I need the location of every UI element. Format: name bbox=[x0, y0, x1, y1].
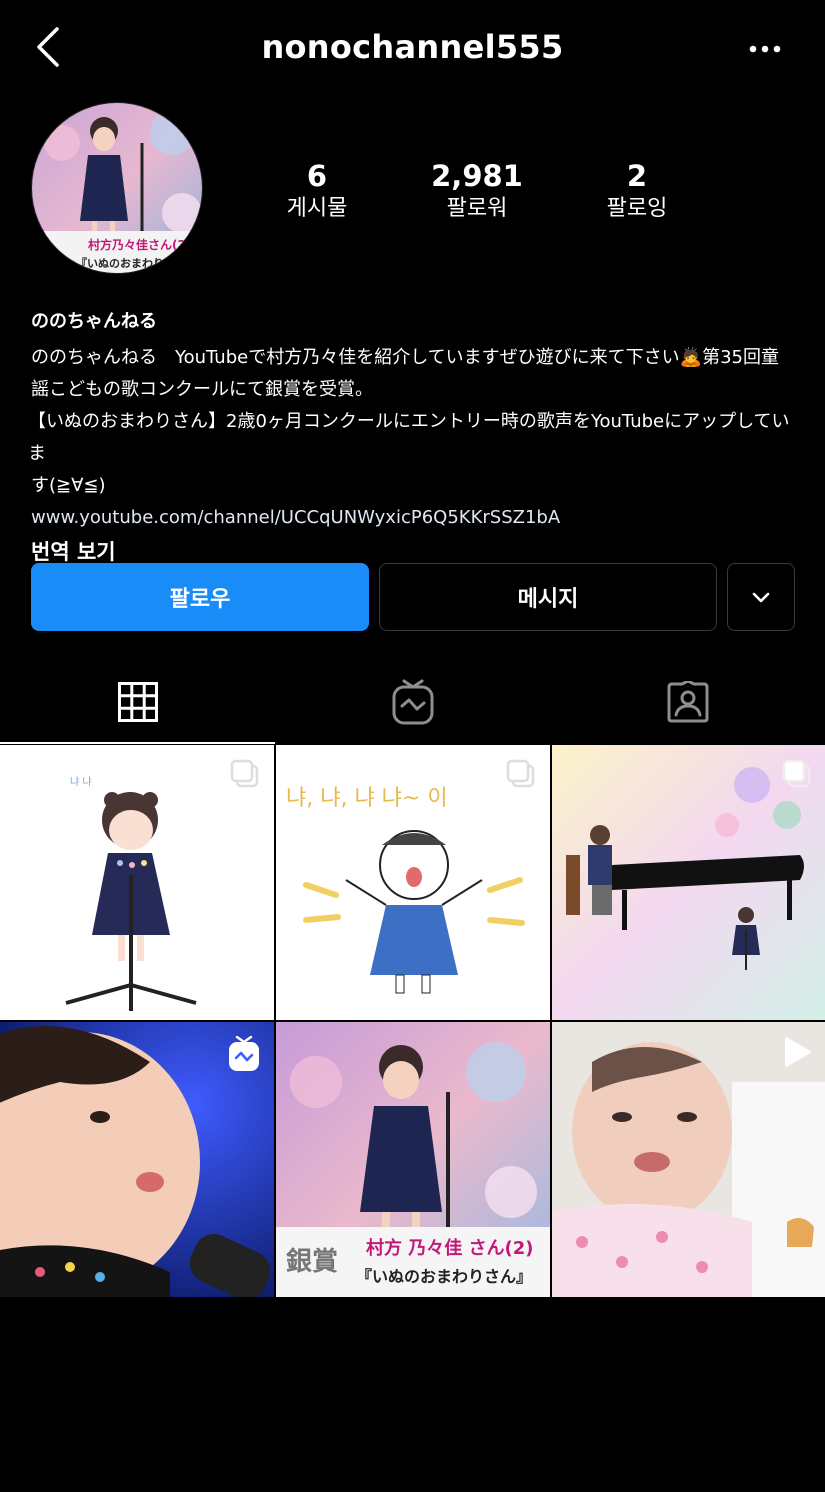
post-5-award: 銀賞 bbox=[286, 1247, 338, 1277]
post-thumbnail[interactable] bbox=[552, 1022, 825, 1297]
more-options-button[interactable] bbox=[745, 38, 785, 60]
profile-tabs bbox=[0, 660, 825, 744]
grid-icon bbox=[117, 682, 158, 722]
bio-website-link[interactable]: www.youtube.com/channel/UCCqUNWyxicP6Q5K… bbox=[31, 502, 791, 534]
igtv-badge-icon bbox=[228, 1035, 260, 1076]
post-image-award-stage: 銀賞 村方 乃々佳 さん(2) 『いぬのおまわりさん』 bbox=[276, 1022, 550, 1297]
post-2-text: 냐, 냐, 냐 냐~ 이 bbox=[286, 786, 448, 811]
bio-line-1: ののちゃんねる YouTubeで村方乃々佳を紹介していますぜひ遊びに来て下さい🙇… bbox=[31, 347, 779, 368]
stat-following[interactable]: 2 팔로잉 bbox=[557, 158, 717, 224]
bio-line-4: す(≧∀≦) bbox=[31, 475, 106, 496]
profile-avatar[interactable]: 村方乃々佳さん(2) 『いぬのおまわりさん』 bbox=[31, 102, 203, 274]
stat-followers-value: 2,981 bbox=[431, 159, 523, 193]
follow-button[interactable]: 팔로우 bbox=[31, 563, 369, 631]
stat-following-label: 팔로잉 bbox=[606, 196, 668, 221]
post-5-song: 『いぬのおまわりさん』 bbox=[356, 1267, 532, 1286]
carousel-icon bbox=[506, 759, 536, 793]
bio-line-2: 謡こどもの歌コンクールにて銀賞を受賞。 bbox=[31, 379, 373, 400]
tab-igtv[interactable] bbox=[275, 660, 550, 744]
post-thumbnail[interactable] bbox=[552, 745, 825, 1020]
carousel-icon bbox=[782, 759, 812, 793]
post-thumbnail[interactable]: 냐 냐 bbox=[0, 745, 274, 1020]
chevron-down-icon bbox=[752, 592, 770, 603]
post-thumbnail[interactable]: 냐, 냐, 냐 냐~ 이 bbox=[276, 745, 550, 1020]
post-thumbnail[interactable]: 銀賞 村方 乃々佳 さん(2) 『いぬのおまわりさん』 bbox=[276, 1022, 550, 1297]
stat-posts-value: 6 bbox=[306, 159, 328, 193]
stat-posts[interactable]: 6 게시물 bbox=[237, 158, 397, 224]
post-thumbnail[interactable] bbox=[0, 1022, 274, 1297]
profile-bio: ののちゃんねる ののちゃんねる YouTubeで村方乃々佳を紹介していますぜひ遊… bbox=[28, 308, 791, 568]
ellipsis-icon bbox=[749, 45, 781, 53]
stat-followers[interactable]: 2,981 팔로워 bbox=[397, 158, 557, 224]
stat-followers-label: 팔로워 bbox=[446, 196, 508, 221]
post-1-text: 냐 냐 bbox=[70, 776, 92, 788]
posts-grid: 냐 냐 냐, 냐, 냐 냐~ 이 銀賞 村方 乃々佳 さん(2) 『いぬのおまわ… bbox=[0, 745, 825, 1297]
suggested-accounts-dropdown-button[interactable] bbox=[727, 563, 795, 631]
tab-posts-grid[interactable] bbox=[0, 660, 275, 744]
profile-display-name: ののちゃんねる bbox=[31, 311, 157, 332]
stat-posts-label: 게시물 bbox=[286, 196, 348, 221]
stat-following-value: 2 bbox=[626, 159, 648, 193]
igtv-icon bbox=[392, 679, 433, 725]
bio-line-3: 【いぬのおまわりさん】2歳0ヶ月コンクールにエントリー時の歌声をYouTubeに… bbox=[28, 411, 790, 464]
tab-tagged[interactable] bbox=[550, 660, 825, 744]
avatar-caption-name: 村方乃々佳さん(2) bbox=[88, 237, 191, 252]
post-5-name: 村方 乃々佳 さん(2) bbox=[366, 1237, 534, 1259]
message-button[interactable]: 메시지 bbox=[379, 563, 717, 631]
tagged-icon bbox=[667, 681, 708, 723]
carousel-icon bbox=[230, 759, 260, 793]
top-bar: nonochannel555 bbox=[0, 0, 825, 100]
profile-username: nonochannel555 bbox=[261, 28, 564, 66]
avatar-image: 村方乃々佳さん(2) 『いぬのおまわりさん』 bbox=[32, 103, 202, 273]
video-icon bbox=[782, 1036, 812, 1072]
avatar-caption-song: 『いぬのおまわりさん』 bbox=[76, 256, 197, 270]
